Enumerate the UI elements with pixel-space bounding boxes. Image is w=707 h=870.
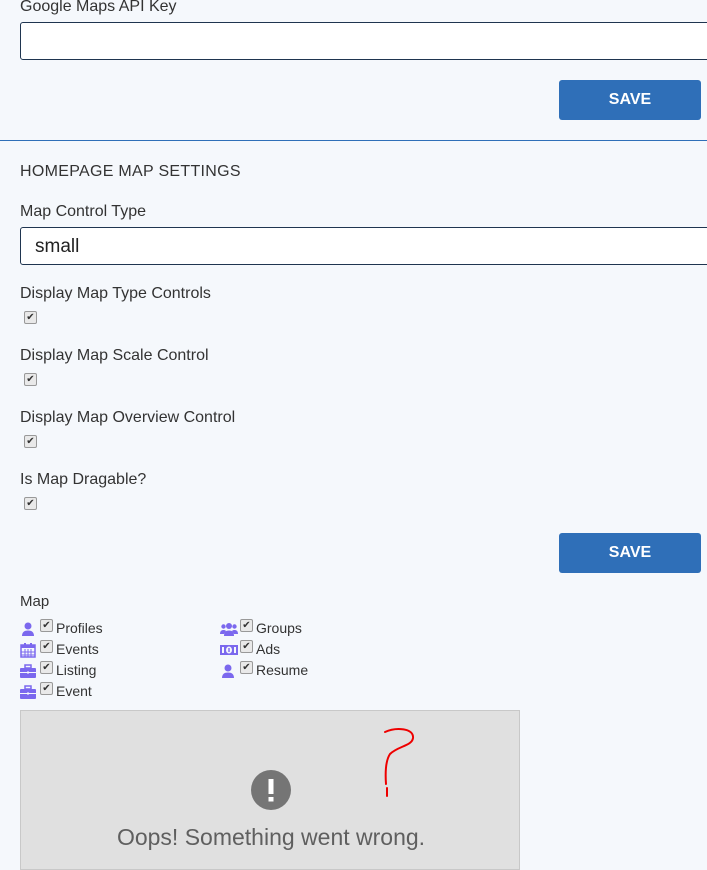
error-icon [251,770,291,810]
calendar-icon [20,643,36,658]
map-dragable-label: Is Map Dragable? [20,471,147,488]
map-control-type-label: Map Control Type [20,203,146,220]
map-scale-control-label: Display Map Scale Control [20,347,209,364]
layer-events-checkbox[interactable]: ✔ [40,640,53,653]
user-icon [222,664,234,678]
section-heading: HOMEPAGE MAP SETTINGS [20,163,241,180]
map-overview-control-label: Display Map Overview Control [20,409,236,426]
map-error-message: Oops! Something went wrong. [116,824,426,850]
map-overview-control-checkbox[interactable]: ✔ [24,435,37,448]
section-divider [0,140,707,141]
layer-ads-checkbox[interactable]: ✔ [240,640,253,653]
api-key-input[interactable] [20,22,707,60]
layer-resume-checkbox[interactable]: ✔ [240,661,253,674]
users-icon [220,623,238,636]
map-dragable-checkbox[interactable]: ✔ [24,497,37,510]
layer-label: Event [56,683,92,699]
user-icon [22,622,34,636]
map-control-type-select[interactable]: small [20,227,707,265]
money-icon [220,645,238,655]
map-type-controls-checkbox[interactable]: ✔ [24,311,37,324]
layer-listing-checkbox[interactable]: ✔ [40,661,53,674]
save-map-settings-button[interactable]: SAVE [559,533,701,573]
api-key-label: Google Maps API Key [20,0,177,15]
layer-label: Profiles [56,620,103,636]
map-container[interactable]: Oops! Something went wrong. [20,710,520,870]
briefcase-icon [20,685,36,699]
map-scale-control-checkbox[interactable]: ✔ [24,373,37,386]
layer-event-checkbox[interactable]: ✔ [40,682,53,695]
layer-label: Ads [256,641,281,657]
layer-label: Events [56,641,99,657]
layer-label: Groups [256,620,302,636]
briefcase-icon [20,664,36,678]
layer-label: Listing [56,662,97,678]
question-mark-annotation-icon [384,728,414,797]
layer-label: Resume [256,662,309,678]
map-label: Map [20,593,50,610]
layer-profiles-checkbox[interactable]: ✔ [40,619,53,632]
map-type-controls-label: Display Map Type Controls [20,285,211,302]
save-api-key-button[interactable]: SAVE [559,80,701,120]
layer-groups-checkbox[interactable]: ✔ [240,619,253,632]
